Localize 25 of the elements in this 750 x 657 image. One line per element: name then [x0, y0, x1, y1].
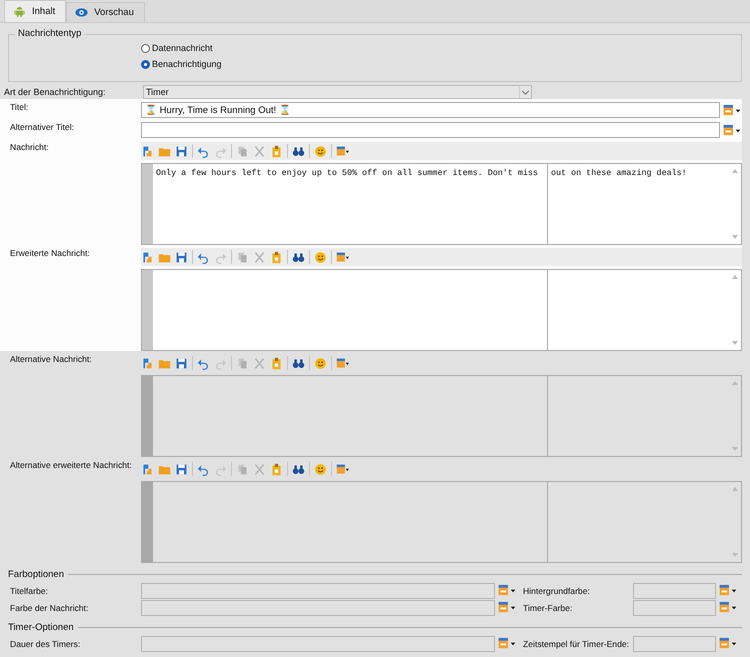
radio-label: Benachrichtigung	[152, 59, 222, 69]
field-label: Erweiterte Nachricht:	[9, 248, 91, 260]
field-label: Alternativer Titel:	[9, 122, 75, 134]
field-label: Art der Benachrichtigung:	[3, 87, 107, 97]
field-label: Alternative Nachricht:	[9, 354, 93, 366]
tab[interactable]: Inhalt	[4, 0, 66, 22]
field-label: Nachricht:	[9, 142, 50, 154]
field-label: Farbe der Nachricht:	[9, 602, 90, 612]
radio-option[interactable]: Benachrichtigung	[141, 59, 741, 69]
field-label: Titelfarbe:	[9, 586, 49, 596]
field-label: Alternative erweiterte Nachricht:	[9, 460, 133, 472]
dropdown[interactable]: Timer	[143, 85, 532, 99]
section-title: Timer-Optionen	[8, 622, 74, 633]
field-label: Hintergrundfarbe:	[522, 586, 591, 596]
field-label: Zeitstempel für Timer-Ende:	[522, 638, 630, 648]
field-label: Dauer des Timers:	[9, 638, 82, 648]
section-title: Farboptionen	[8, 569, 64, 580]
field-label: Timer-Farbe:	[522, 602, 574, 612]
text-editor[interactable]: Only a few hours left to enjoy up to 50% off on all summer items. Don't miss out on these amazing deals!	[141, 163, 742, 245]
field-label: Titel:	[9, 102, 30, 114]
radio-option[interactable]: Datennachricht	[141, 43, 741, 53]
group-title: Nachrichtentyp	[15, 28, 84, 39]
text-field[interactable]: ⌛ Hurry, Time is Running Out! ⌛	[141, 102, 720, 118]
radio-label: Datennachricht	[152, 43, 213, 53]
tab[interactable]: Vorschau	[66, 2, 145, 22]
